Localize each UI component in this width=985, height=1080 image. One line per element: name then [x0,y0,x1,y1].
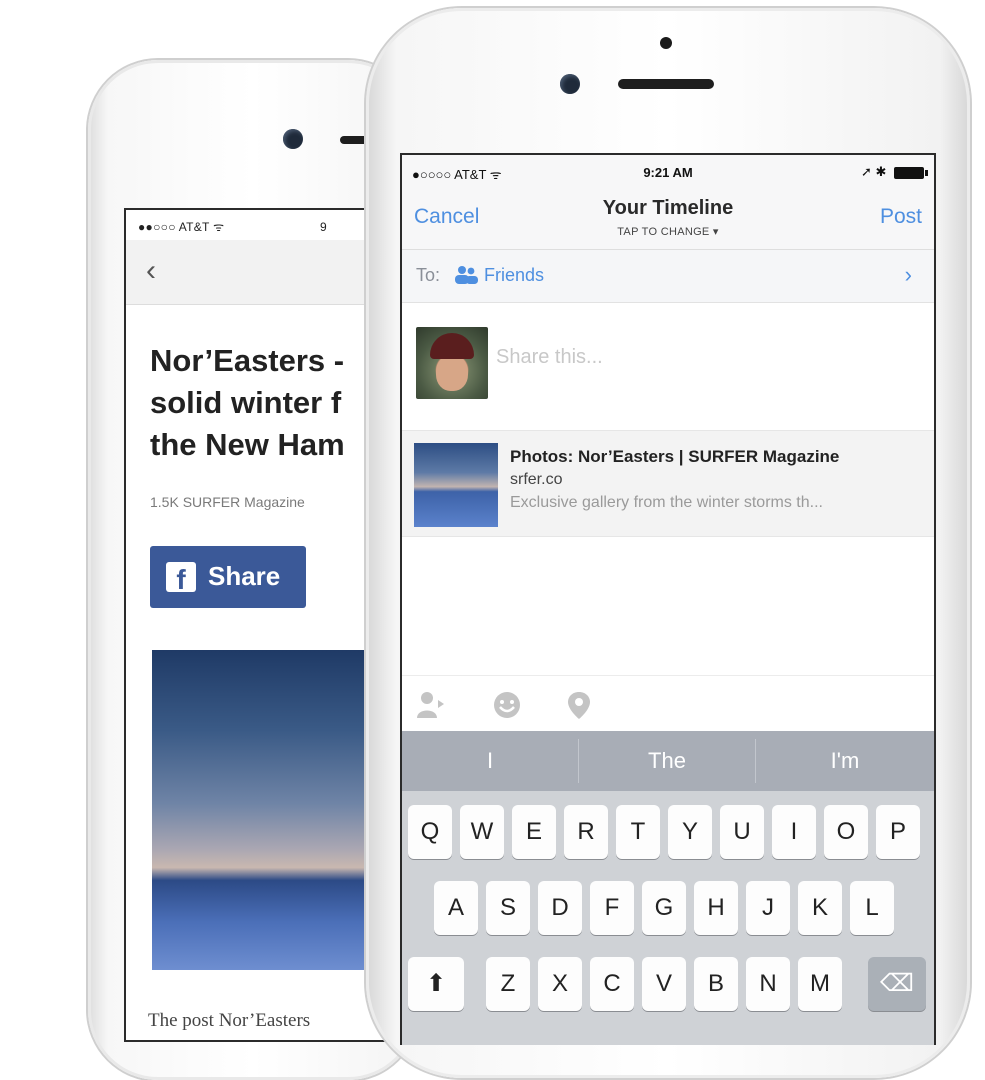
key-n[interactable]: N [746,957,790,1011]
back-status-time: 9 [320,220,327,234]
back-status-bar: ●●○○○ AT&T ᯤ 9 [138,218,327,235]
audience-selector[interactable]: To: Friends › [402,250,934,303]
suggestion-1[interactable]: I [402,731,578,791]
link-title: Photos: Nor’Easters | SURFER Magazine [510,447,840,466]
key-i[interactable]: I [772,805,816,859]
front-phone-speaker [618,79,714,89]
location-bluetooth-icons: ➚ ✱ [860,164,887,179]
key-o[interactable]: O [824,805,868,859]
shift-key[interactable]: ⬆ [408,957,464,1011]
tap-to-change[interactable]: TAP TO CHANGE ▾ [402,225,934,238]
chevron-right-icon: › [904,262,912,287]
audience-value: Friends [484,265,545,285]
battery-icon [894,166,928,179]
key-v[interactable]: V [642,957,686,1011]
audience-label: To: [416,265,441,285]
key-x[interactable]: X [538,957,582,1011]
key-h[interactable]: H [694,881,738,935]
back-nav-bar: ‹ [126,240,386,305]
friends-icon [455,266,478,284]
share-button-label: Share [208,561,281,591]
nav-bar: Cancel Your Timeline TAP TO CHANGE ▾ Pos… [402,187,934,250]
link-domain: srfer.co [510,471,563,488]
tag-people-icon[interactable] [416,690,446,720]
key-s[interactable]: S [486,881,530,935]
share-input[interactable] [494,345,918,370]
key-g[interactable]: G [642,881,686,935]
article-caption: The post Nor’Easters [148,1010,311,1031]
suggestion-3[interactable]: I'm [756,731,934,791]
location-pin-icon[interactable] [564,690,594,720]
key-q[interactable]: Q [408,805,452,859]
emoji-icon[interactable] [492,690,522,720]
status-bar: ●○○○○ AT&T ᯤ 9:21 AM ➚ ✱ [402,155,934,187]
keyboard: Q W E R T Y U I O P A S D F G H J K L ⬆ … [402,791,934,1045]
nav-title[interactable]: Your Timeline [402,197,934,220]
key-c[interactable]: C [590,957,634,1011]
key-r[interactable]: R [564,805,608,859]
delete-key[interactable]: ⌫ [868,957,926,1011]
back-chevron-icon[interactable]: ‹ [146,256,156,286]
front-phone-camera [560,74,580,94]
key-z[interactable]: Z [486,957,530,1011]
facebook-share-button[interactable]: f Share [150,546,306,608]
composer-toolbar [402,675,934,732]
post-button[interactable]: Post [880,205,922,229]
key-d[interactable]: D [538,881,582,935]
back-status-carrier: ●●○○○ AT&T ᯤ [138,220,225,234]
key-t[interactable]: T [616,805,660,859]
key-k[interactable]: K [798,881,842,935]
link-thumbnail [414,443,498,527]
article-photo [152,650,386,970]
key-p[interactable]: P [876,805,920,859]
front-phone-screen: ●○○○○ AT&T ᯤ 9:21 AM ➚ ✱ Cancel Your Tim… [400,153,936,1045]
key-l[interactable]: L [850,881,894,935]
article-meta: 1.5K SURFER Magazine [150,494,305,510]
key-u[interactable]: U [720,805,764,859]
avatar-face [436,355,468,391]
suggestion-2[interactable]: The [579,731,755,791]
key-j[interactable]: J [746,881,790,935]
link-preview[interactable]: Photos: Nor’Easters | SURFER Magazine sr… [402,430,934,537]
predictive-bar: I The I'm [402,731,934,791]
facebook-icon: f [166,562,196,592]
key-f[interactable]: F [590,881,634,935]
key-e[interactable]: E [512,805,556,859]
key-a[interactable]: A [434,881,478,935]
status-time: 9:21 AM [643,165,693,180]
avatar [416,327,488,399]
front-phone-sensor [660,37,672,49]
back-phone-screen: ●●○○○ AT&T ᯤ 9 ‹ Nor’Easters - solid win… [124,208,386,1042]
key-w[interactable]: W [460,805,504,859]
key-b[interactable]: B [694,957,738,1011]
back-phone-camera [283,129,303,149]
avatar-hat [430,333,474,359]
key-m[interactable]: M [798,957,842,1011]
key-y[interactable]: Y [668,805,712,859]
article-title: Nor’Easters - solid winter f the New Ham [150,343,345,462]
link-description: Exclusive gallery from the winter storms… [510,494,823,511]
status-right-icons: ➚ ✱ [860,164,928,180]
